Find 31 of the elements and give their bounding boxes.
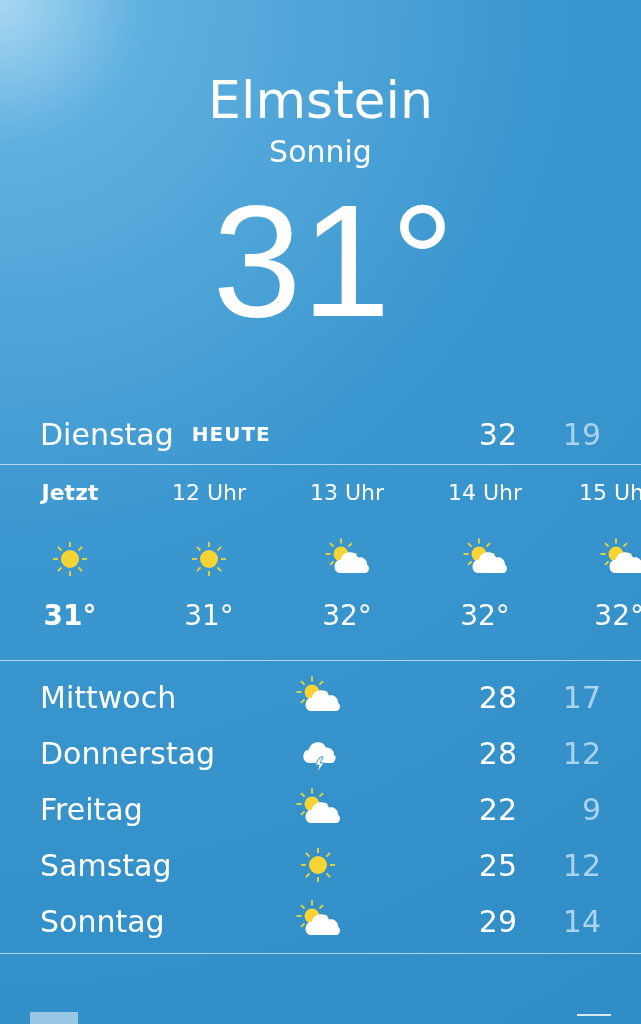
hour-temperature: 32° bbox=[594, 599, 641, 633]
hour-temperature: 32° bbox=[322, 599, 372, 633]
day-name: Donnerstag bbox=[40, 735, 217, 771]
current-temperature: 31° bbox=[211, 176, 455, 346]
hour-label: 12 Uhr bbox=[171, 479, 247, 507]
high-temperature: 29 bbox=[477, 903, 517, 939]
day-name: Mittwoch bbox=[40, 679, 178, 715]
hour-temperature: 32° bbox=[460, 599, 510, 633]
high-temperature: 28 bbox=[477, 735, 517, 771]
low-temperature: 12 bbox=[561, 847, 601, 883]
high-temperature: 32 bbox=[477, 416, 517, 452]
high-temperature: 25 bbox=[477, 847, 517, 883]
low-temperature: 19 bbox=[561, 416, 601, 452]
day-name: Dienstag bbox=[40, 416, 174, 452]
high-temperature: 28 bbox=[477, 679, 517, 715]
low-temperature: 17 bbox=[561, 679, 601, 715]
high-temperature: 22 bbox=[477, 791, 517, 827]
hour-label: 13 Uhr bbox=[309, 479, 385, 507]
hour-temperature: 31° bbox=[43, 599, 97, 633]
day-name: Samstag bbox=[40, 847, 173, 883]
hour-label: 14 Uhr bbox=[447, 479, 523, 507]
hour-temperature: 31° bbox=[184, 599, 234, 633]
day-name: Freitag bbox=[40, 791, 144, 827]
low-temperature: 12 bbox=[561, 735, 601, 771]
hour-label: Jetzt bbox=[41, 479, 99, 507]
low-temperature: 9 bbox=[580, 791, 601, 827]
day-name: Sonntag bbox=[40, 903, 166, 939]
city-name: Elmstein bbox=[208, 69, 433, 132]
low-temperature: 14 bbox=[561, 903, 601, 939]
today-label: HEUTE bbox=[191, 422, 271, 446]
weather-condition: Sonnig bbox=[269, 134, 372, 170]
